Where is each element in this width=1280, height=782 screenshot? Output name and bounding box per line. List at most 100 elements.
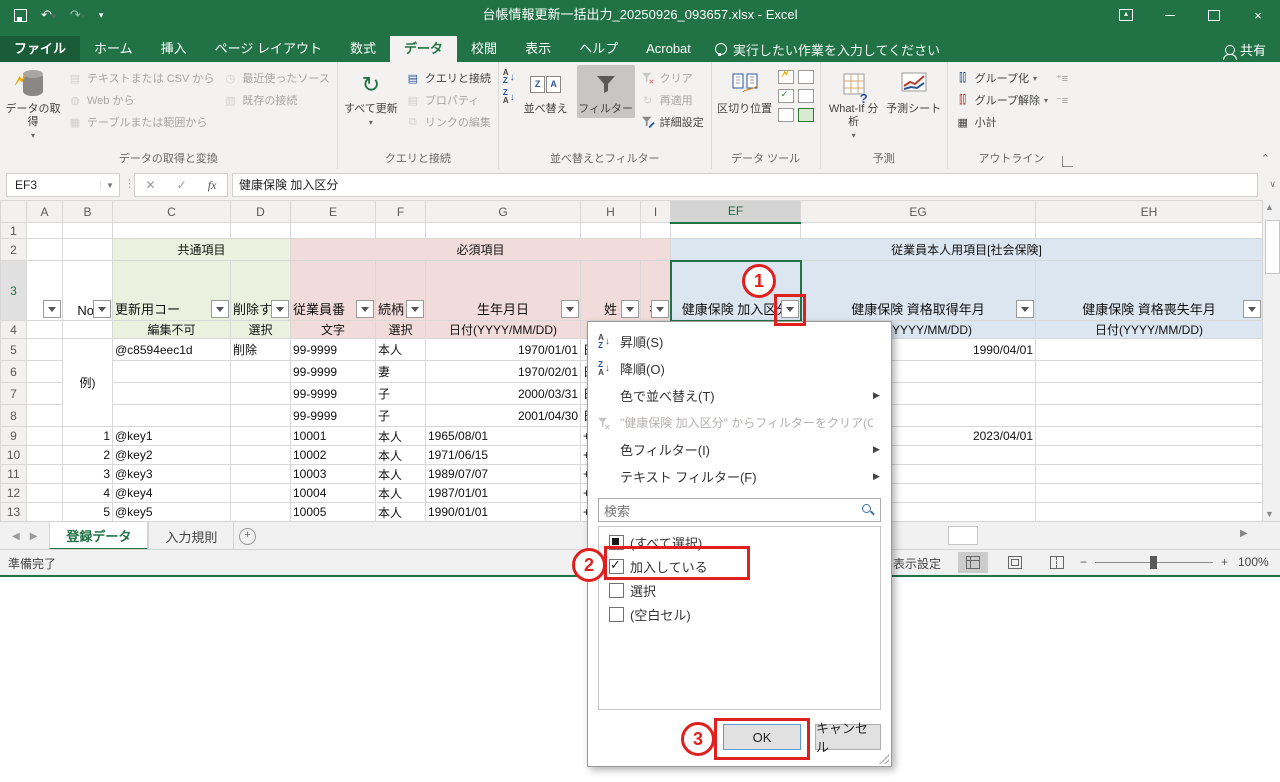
forecast-sheet-button[interactable]: 予測シート <box>885 65 943 118</box>
cell[interactable]: @key1 <box>113 427 231 446</box>
tab-review[interactable]: 校閲 <box>457 36 511 62</box>
filter-button-delete[interactable] <box>271 300 289 318</box>
row-header-8[interactable]: 8 <box>1 405 27 427</box>
type-cell[interactable]: 日付(YYYY/MM/DD) <box>1036 321 1263 339</box>
type-cell[interactable]: 文字 <box>291 321 376 339</box>
cell[interactable]: 10005 <box>291 503 376 522</box>
zoom-level[interactable]: 100% <box>1238 555 1269 569</box>
cell[interactable]: 10004 <box>291 484 376 503</box>
resize-grip[interactable] <box>879 754 889 764</box>
cell[interactable] <box>113 361 231 383</box>
col-header-F[interactable]: F <box>376 201 426 223</box>
page-layout-view-button[interactable] <box>1000 552 1030 573</box>
filter-button-hi-class[interactable] <box>781 300 799 318</box>
cell[interactable] <box>231 361 291 383</box>
cell[interactable] <box>641 223 671 239</box>
cell[interactable] <box>1036 383 1263 405</box>
cell[interactable]: @c8594eec1d <box>113 339 231 361</box>
cell[interactable]: 本人 <box>376 339 426 361</box>
checkbox-indeterminate-icon[interactable] <box>609 535 624 550</box>
example-label-cell[interactable]: 例) <box>63 339 113 427</box>
manage-data-model-icon[interactable] <box>798 108 814 122</box>
cell[interactable] <box>27 383 63 405</box>
row-header-5[interactable]: 5 <box>1 339 27 361</box>
ok-button[interactable]: OK <box>723 724 801 750</box>
filter-button-hi-lost[interactable] <box>1243 300 1261 318</box>
next-sheet-icon[interactable]: ▶ <box>30 531 38 542</box>
scroll-right-icon[interactable]: ▶ <box>1240 528 1248 539</box>
row-header-3[interactable]: 3 <box>1 261 27 321</box>
scroll-up-icon[interactable]: ▲ <box>1265 202 1274 212</box>
zoom-slider[interactable] <box>1095 562 1213 563</box>
search-icon[interactable] <box>860 502 876 518</box>
display-settings-button[interactable]: 表示設定 <box>893 555 941 572</box>
cell[interactable]: 99-9999 <box>291 339 376 361</box>
show-detail-icon[interactable]: ⁺≡ <box>1053 67 1071 89</box>
cell[interactable]: 3 <box>63 465 113 484</box>
cell[interactable]: @key2 <box>113 446 231 465</box>
scroll-down-icon[interactable]: ▼ <box>1265 509 1274 519</box>
header-update-code[interactable]: 更新用コー <box>113 261 231 321</box>
col-header-C[interactable]: C <box>113 201 231 223</box>
page-break-view-button[interactable] <box>1042 552 1072 573</box>
filter-button-hi-acquired[interactable] <box>1016 300 1034 318</box>
close-button[interactable]: × <box>1236 0 1280 30</box>
from-text-csv-button[interactable]: ▤テキストまたは CSV から <box>64 67 217 89</box>
filter-button-ribbon[interactable]: フィルター <box>577 65 635 118</box>
tab-home[interactable]: ホーム <box>80 36 147 62</box>
dialog-launcher-icon[interactable] <box>1062 156 1073 167</box>
insert-function-icon[interactable]: fx <box>208 178 217 193</box>
cell[interactable]: 妻 <box>376 361 426 383</box>
collapse-ribbon-icon[interactable]: ⌃ <box>1261 152 1270 165</box>
zoom-out-icon[interactable]: − <box>1080 555 1087 569</box>
cell[interactable] <box>1036 465 1263 484</box>
cell[interactable] <box>63 223 113 239</box>
horizontal-scroll-thumb[interactable] <box>948 526 978 545</box>
cell[interactable] <box>1036 339 1263 361</box>
sheet-tab-input-rules[interactable]: 入力規則 <box>148 522 234 550</box>
cell[interactable] <box>426 223 581 239</box>
tab-insert[interactable]: 挿入 <box>147 36 201 62</box>
filter-button-relation[interactable] <box>406 300 424 318</box>
cell[interactable] <box>291 223 376 239</box>
vertical-scroll-thumb[interactable] <box>1265 220 1280 274</box>
cell[interactable] <box>113 383 231 405</box>
filter-button-last-name[interactable] <box>621 300 639 318</box>
row-header-11[interactable]: 11 <box>1 465 27 484</box>
cell[interactable]: 10002 <box>291 446 376 465</box>
reapply-button[interactable]: ↻再適用 <box>637 89 707 111</box>
filter-search-input[interactable]: 検索 <box>598 498 881 522</box>
cell[interactable] <box>801 223 1036 239</box>
tab-page-layout[interactable]: ページ レイアウト <box>201 36 336 62</box>
checkbox-checked-icon[interactable] <box>609 559 624 574</box>
row-header-6[interactable]: 6 <box>1 361 27 383</box>
cell[interactable] <box>231 503 291 522</box>
cell[interactable]: 本人 <box>376 503 426 522</box>
new-sheet-button[interactable]: + <box>234 522 260 550</box>
subtotal-button[interactable]: ▦小計 <box>952 111 1051 133</box>
row-header-4[interactable]: 4 <box>1 321 27 339</box>
cell[interactable]: 1989/07/07 <box>426 465 581 484</box>
filter-button-update-code[interactable] <box>211 300 229 318</box>
minimize-button[interactable] <box>1148 0 1192 30</box>
cell[interactable] <box>231 405 291 427</box>
consolidate-icon[interactable] <box>798 89 814 103</box>
zoom-in-icon[interactable]: + <box>1221 555 1228 569</box>
col-header-G[interactable]: G <box>426 201 581 223</box>
tab-view[interactable]: 表示 <box>511 36 565 62</box>
header-hi-lost[interactable]: 健康保険 資格喪失年月 <box>1036 261 1263 321</box>
menu-item-sort-ascending[interactable]: AZ↓ 昇順(S) <box>588 328 891 355</box>
cell[interactable]: 1971/06/15 <box>426 446 581 465</box>
vertical-scrollbar[interactable]: ▲ ▼ <box>1262 200 1280 521</box>
remove-duplicates-icon[interactable] <box>798 70 814 84</box>
row-header-12[interactable]: 12 <box>1 484 27 503</box>
cell[interactable] <box>231 427 291 446</box>
group-header-common[interactable]: 共通項目 <box>113 239 291 261</box>
cell[interactable] <box>113 223 231 239</box>
filter-item-enrolled[interactable]: 加入している <box>609 554 708 578</box>
cell[interactable]: 10003 <box>291 465 376 484</box>
row-header-10[interactable]: 10 <box>1 446 27 465</box>
cell[interactable] <box>27 465 63 484</box>
row-header-1[interactable]: 1 <box>1 223 27 239</box>
cell[interactable]: @key3 <box>113 465 231 484</box>
